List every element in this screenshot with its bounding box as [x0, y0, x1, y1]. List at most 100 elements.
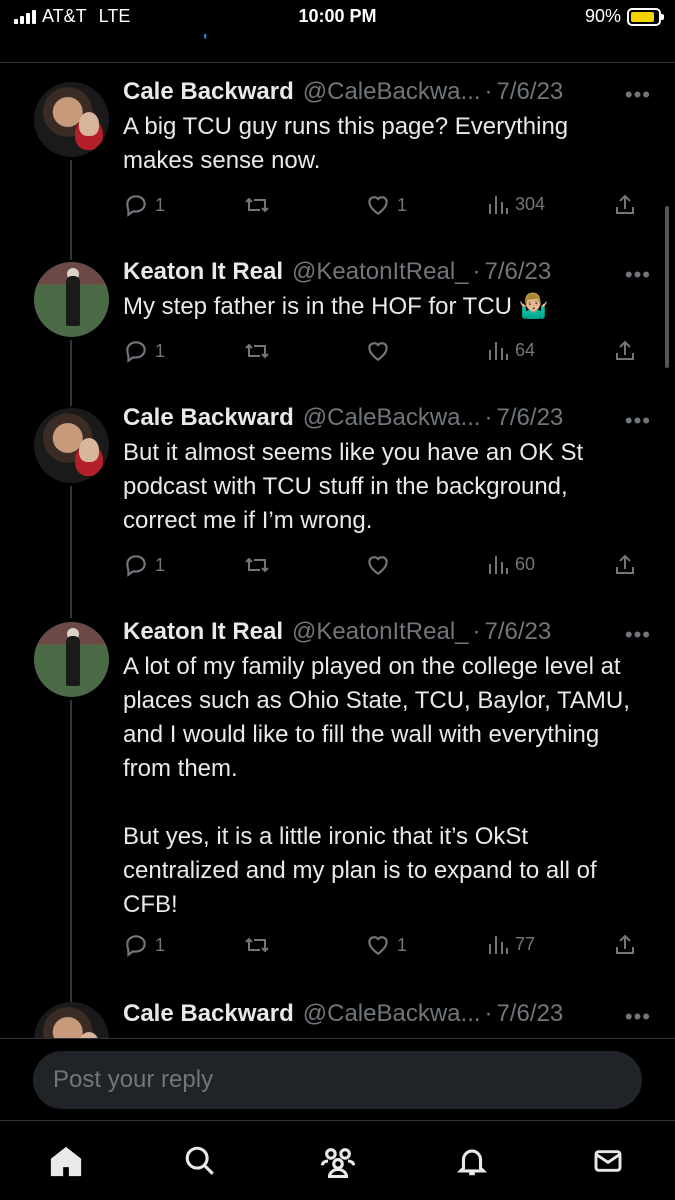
author-name[interactable]: Keaton It Real — [123, 618, 283, 646]
reply-input[interactable] — [33, 1051, 642, 1109]
separator: · — [472, 618, 481, 645]
clock: 10:00 PM — [298, 6, 377, 26]
separator: · — [484, 78, 493, 105]
home-icon — [50, 1146, 82, 1177]
author-name[interactable]: Cale Backward — [123, 1000, 294, 1028]
tab-messages[interactable] — [588, 1141, 628, 1181]
tweet-date[interactable]: 7/6/23 — [497, 1000, 564, 1028]
retweet-button[interactable] — [243, 932, 271, 958]
heart-icon — [368, 556, 388, 575]
tab-notifications[interactable] — [452, 1141, 492, 1181]
like-count: 1 — [397, 934, 408, 955]
author-name[interactable]: Cale Backward — [123, 78, 294, 106]
like-button[interactable]: 1 — [365, 932, 407, 958]
scrollbar[interactable] — [665, 206, 669, 368]
views-button[interactable]: 64 — [487, 338, 535, 362]
reply-icon — [126, 195, 146, 217]
reply-button[interactable]: 1 — [123, 932, 165, 958]
author-name[interactable]: Keaton It Real — [123, 258, 283, 286]
reply-button[interactable]: 1 — [123, 552, 165, 578]
analytics-icon — [489, 556, 508, 574]
more-options-icon[interactable]: ••• — [625, 622, 651, 648]
thread-line — [70, 486, 72, 618]
battery-icon — [627, 7, 664, 26]
share-button[interactable] — [613, 192, 637, 218]
analytics-icon — [489, 196, 508, 214]
author-handle[interactable]: @CaleBackwa... — [303, 404, 481, 432]
share-icon — [616, 194, 634, 214]
compose-bar — [0, 1038, 675, 1120]
view-count: 304 — [515, 193, 546, 214]
tweet[interactable]: Cale Backward @CaleBackwa... · 7/6/23 ••… — [0, 1000, 675, 1038]
tweet-date[interactable]: 7/6/23 — [485, 258, 552, 286]
heart-icon — [368, 342, 388, 361]
tweet-date[interactable]: 7/6/23 — [497, 404, 564, 432]
avatar[interactable] — [34, 408, 109, 483]
retweet-button[interactable] — [243, 552, 271, 578]
heart-icon — [368, 936, 388, 955]
share-icon — [616, 554, 634, 574]
bottom-tab-bar — [0, 1120, 675, 1200]
status-bar: AT&T LTE 10:00 PM 90% — [0, 0, 675, 34]
author-handle[interactable]: @CaleBackwa... — [303, 78, 481, 106]
more-options-icon[interactable]: ••• — [625, 262, 651, 288]
avatar[interactable] — [34, 82, 109, 157]
tweet-text: A lot of my family played on the college… — [123, 653, 630, 918]
tab-search[interactable] — [180, 1141, 220, 1181]
retweet-button[interactable] — [243, 338, 271, 364]
view-count: 64 — [515, 339, 536, 360]
tweet-date[interactable]: 7/6/23 — [497, 78, 564, 106]
tweet-actions: 1 60 — [123, 552, 643, 582]
like-button[interactable]: 1 — [365, 192, 407, 218]
like-button[interactable] — [365, 552, 391, 578]
tweet-date[interactable]: 7/6/23 — [485, 618, 552, 646]
reply-count: 1 — [155, 340, 166, 361]
communities-icon — [320, 1148, 356, 1178]
author-handle[interactable]: @KeatonItReal_ — [292, 258, 468, 286]
avatar[interactable] — [34, 1002, 109, 1038]
author-handle[interactable]: @CaleBackwa... — [303, 1000, 481, 1028]
share-button[interactable] — [613, 932, 637, 958]
tab-communities[interactable] — [318, 1141, 358, 1181]
thread-line — [70, 160, 72, 260]
separator: · — [484, 1000, 493, 1027]
reply-button[interactable]: 1 — [123, 338, 165, 364]
author-name[interactable]: Cale Backward — [123, 404, 294, 432]
views-button[interactable]: 304 — [487, 192, 545, 216]
author-handle[interactable]: @KeatonItReal_ — [292, 618, 468, 646]
tweet-actions: 1 1 304 — [123, 192, 643, 222]
more-options-icon[interactable]: ••• — [625, 82, 651, 108]
reply-button[interactable]: 1 — [123, 192, 165, 218]
views-button[interactable]: 60 — [487, 552, 535, 576]
messages-icon — [594, 1150, 622, 1172]
like-count: 1 — [397, 194, 408, 215]
tweet-text: My step father is in the HOF for TCU 🤷🏼‍… — [123, 293, 549, 320]
reply-count: 1 — [155, 194, 166, 215]
reply-count: 1 — [155, 934, 166, 955]
more-options-icon[interactable]: ••• — [625, 408, 651, 434]
retweet-button[interactable] — [243, 192, 271, 218]
avatar[interactable] — [34, 622, 109, 697]
search-icon — [185, 1146, 214, 1175]
retweet-icon — [245, 197, 269, 213]
notifications-icon — [456, 1149, 488, 1176]
more-options-icon[interactable]: ••• — [625, 1004, 651, 1030]
retweet-icon — [245, 343, 269, 359]
avatar[interactable] — [34, 262, 109, 337]
reply-icon — [126, 341, 146, 363]
share-button[interactable] — [613, 552, 637, 578]
tweet-actions: 1 1 77 — [123, 932, 643, 962]
share-icon — [616, 340, 634, 360]
retweet-icon — [245, 937, 269, 953]
tweet-text: But it almost seems like you have an OK … — [123, 439, 584, 534]
tab-home[interactable] — [46, 1141, 86, 1181]
views-button[interactable]: 77 — [487, 932, 535, 956]
heart-icon — [368, 196, 388, 215]
like-button[interactable] — [365, 338, 391, 364]
retweet-icon — [245, 557, 269, 573]
thread-line — [70, 700, 72, 1002]
tweet-text: A big TCU guy runs this page? Everything… — [123, 113, 569, 174]
reply-count: 1 — [155, 554, 166, 575]
reply-icon — [126, 555, 146, 577]
share-button[interactable] — [613, 338, 637, 364]
